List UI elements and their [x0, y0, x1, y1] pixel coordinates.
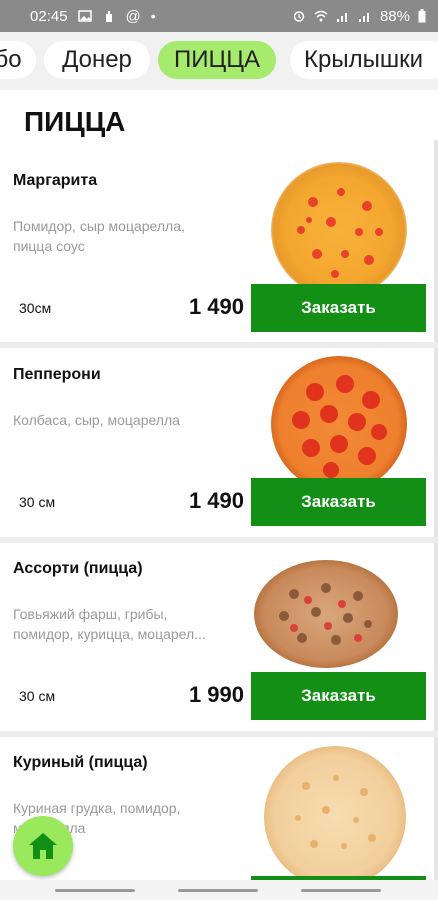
wifi-icon [314, 10, 328, 22]
product-size: 30см [19, 300, 52, 316]
order-button[interactable]: Заказать [251, 478, 426, 526]
status-bar: 02:45 @ • 88% [0, 0, 438, 32]
product-description: Колбаса, сыр, моцарелла [13, 412, 180, 428]
product-name: Маргарита [13, 172, 98, 189]
category-tabs: бо Донер ПИЦЦА Крылышки [0, 32, 438, 90]
product-price: 1 990 [188, 682, 244, 707]
divider [0, 731, 438, 737]
tab-krylyshki[interactable]: Крылышки [290, 41, 438, 79]
tab-kombo[interactable]: бо [0, 41, 36, 79]
signal-icon [336, 13, 347, 22]
product-name: Куриный (пицца) [13, 754, 148, 771]
status-time: 02:45 [30, 7, 68, 25]
product-name: Пепперони [13, 366, 101, 383]
nav-recent-button[interactable] [55, 889, 135, 892]
margherita-pizza-image [271, 162, 407, 298]
home-icon [29, 833, 57, 859]
order-button[interactable]: Заказать [251, 284, 426, 332]
assorti-pizza-image [254, 560, 398, 668]
image-icon [77, 10, 92, 22]
home-button[interactable] [13, 816, 73, 876]
nav-home-button[interactable] [178, 889, 258, 892]
product-card: Маргарита Помидор, сыр моцарелла, пицца … [0, 160, 438, 350]
battery-percent: 88% [379, 7, 410, 25]
dot-icon: • [150, 8, 156, 24]
section-title: ПИЦЦА [24, 106, 126, 137]
product-size: 30 см [19, 494, 56, 510]
chicken-pizza-image [264, 746, 406, 880]
signal-icon [358, 13, 369, 22]
tab-doner[interactable]: Донер [44, 41, 150, 79]
order-button[interactable]: Заказать [251, 672, 426, 720]
product-price: 1 490 [188, 488, 244, 513]
product-card: Пепперони Колбаса, сыр, моцарелла 30 см … [0, 354, 438, 544]
product-size: 30 см [19, 688, 56, 704]
pepperoni-pizza-image [271, 356, 407, 492]
product-price: 1 490 [188, 294, 244, 319]
at-icon: @ [125, 7, 141, 25]
product-description: Помидор, сыр моцарелла, пицца соус [13, 218, 185, 254]
tab-pizza[interactable]: ПИЦЦА [158, 41, 276, 79]
hand-icon [105, 11, 112, 22]
product-name: Ассорти (пицца) [13, 560, 143, 577]
divider [0, 342, 438, 348]
battery-icon [418, 9, 426, 23]
system-nav-bar [0, 880, 438, 900]
product-card: Ассорти (пицца) Говьяжий фарш, грибы, по… [0, 548, 438, 738]
product-description: Говьяжий фарш, грибы, помидор, курицца, … [13, 606, 206, 642]
divider [0, 537, 438, 543]
nav-back-button[interactable] [301, 889, 381, 892]
alarm-icon [293, 11, 305, 22]
